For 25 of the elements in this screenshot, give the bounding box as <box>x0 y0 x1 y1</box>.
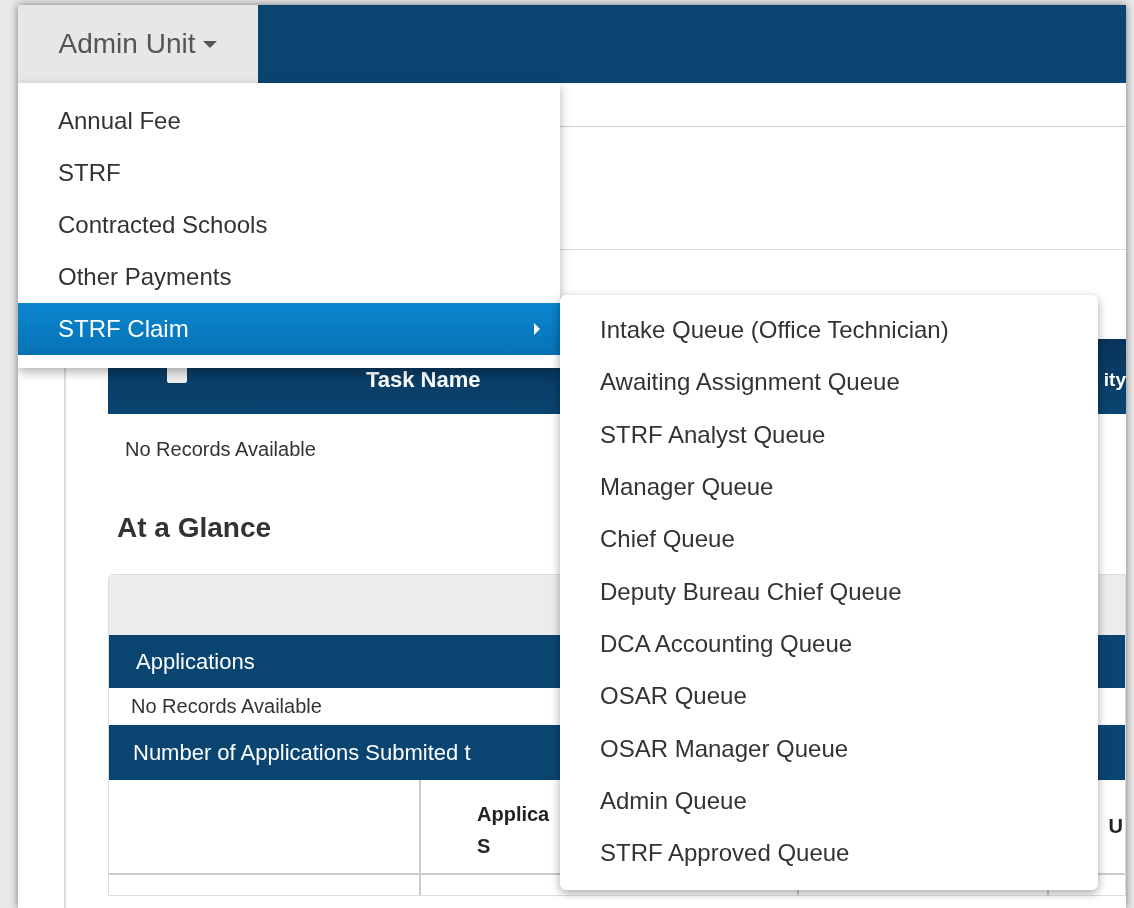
menu-item[interactable]: Manager Queue <box>560 460 1098 514</box>
menu-item[interactable]: STRF <box>18 147 560 199</box>
menu-item[interactable]: Intake Queue (Office Technician) <box>560 304 1098 357</box>
caret-icon <box>534 323 540 335</box>
bar-title: Applications <box>136 648 255 675</box>
menu-item[interactable]: Deputy Bureau Chief Queue <box>560 565 1098 618</box>
menu-item[interactable]: Contracted Schools <box>18 199 560 251</box>
menu-item[interactable]: OSAR Queue <box>560 670 1098 723</box>
table-cell-text: U <box>1107 814 1124 839</box>
admin-unit-tab[interactable]: Admin Unit <box>18 5 258 83</box>
bar-title: Number of Applications Submited t <box>133 739 471 766</box>
empty-message: No Records Available <box>124 437 316 462</box>
menu-item[interactable]: Other Payments <box>18 251 560 303</box>
menu-item[interactable]: DCA Accounting Queue <box>560 617 1098 671</box>
menu-item[interactable]: Annual Fee <box>18 95 560 147</box>
menu-item[interactable]: OSAR Manager Queue <box>560 722 1098 775</box>
empty-message: No Records Available <box>130 694 322 719</box>
menu-item[interactable]: Awaiting Assignment Queue <box>560 356 1098 409</box>
column-header: ity <box>1103 369 1126 391</box>
section-title: At a Glance <box>116 511 272 545</box>
menu-item[interactable]: STRF Claim <box>18 303 560 355</box>
menu-item[interactable]: STRF Analyst Queue <box>560 408 1098 461</box>
column-header: Task Name <box>366 367 481 393</box>
caret-icon <box>203 40 218 48</box>
menu-item[interactable]: Chief Queue <box>560 513 1098 566</box>
